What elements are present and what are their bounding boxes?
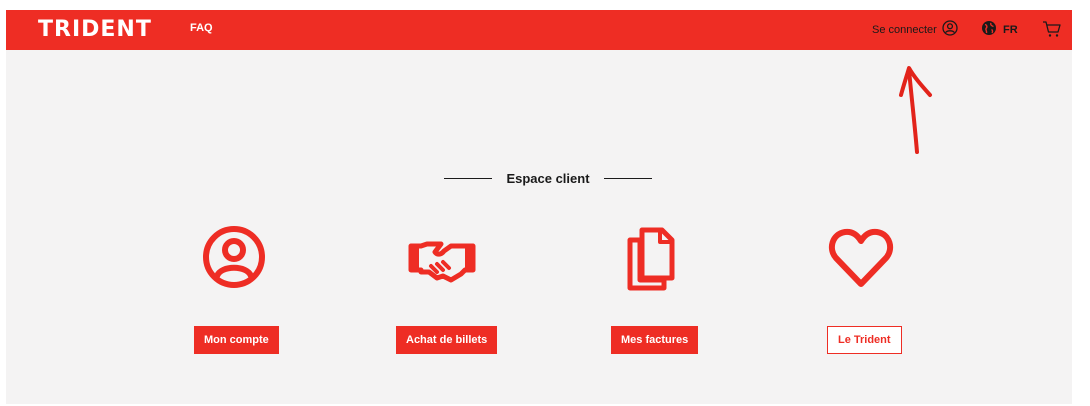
my-account-button[interactable]: Mon compte: [194, 326, 279, 354]
handshake-icon[interactable]: [407, 222, 477, 292]
section-title-text: Espace client: [506, 170, 590, 186]
red-arrow-annotation: [899, 66, 932, 154]
top-navigation-bar: TRIDENT FAQ Se connecter FR: [6, 10, 1072, 50]
user-circle-icon: [942, 20, 958, 39]
section-title: Espace client: [444, 167, 652, 189]
cart-icon[interactable]: [1042, 19, 1062, 39]
heart-icon[interactable]: [826, 222, 896, 292]
language-label: FR: [1003, 23, 1018, 36]
le-trident-button[interactable]: Le Trident: [827, 326, 902, 354]
faq-link[interactable]: FAQ: [190, 22, 213, 34]
globe-icon: [981, 20, 997, 39]
my-invoices-button[interactable]: Mes factures: [611, 326, 699, 354]
buy-tickets-button[interactable]: Achat de billets: [396, 326, 498, 354]
login-link[interactable]: Se connecter: [872, 20, 958, 39]
language-selector[interactable]: FR: [981, 20, 1018, 39]
title-divider-right: [603, 177, 652, 179]
user-circle-icon[interactable]: [199, 222, 269, 292]
page-frame: TRIDENT FAQ Se connecter FR Espace clien…: [6, 10, 1072, 404]
login-label: Se connecter: [872, 23, 937, 36]
documents-icon[interactable]: [616, 222, 686, 292]
title-divider-left: [444, 177, 492, 179]
trident-logo[interactable]: TRIDENT: [38, 17, 152, 43]
